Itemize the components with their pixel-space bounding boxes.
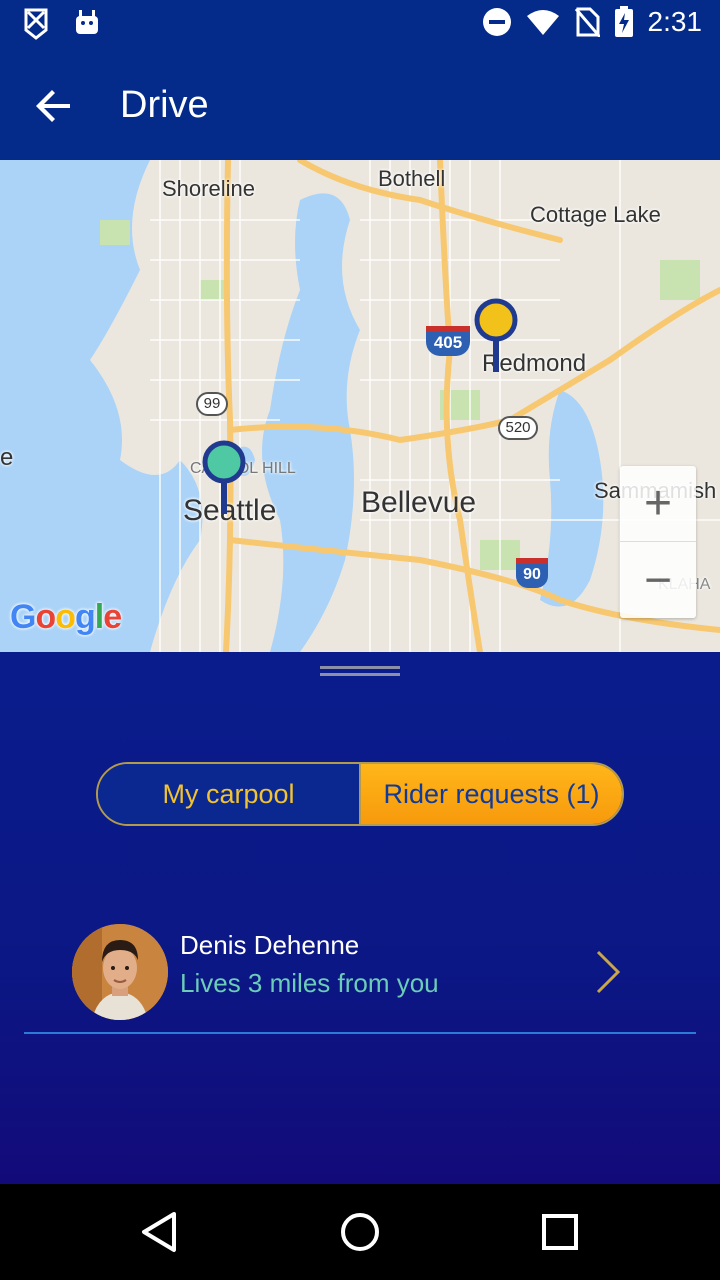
map-canvas — [0, 160, 720, 652]
notification-icon — [24, 8, 48, 40]
home-circle-icon[interactable] — [336, 1208, 384, 1256]
map-label-shoreline: Shoreline — [162, 176, 255, 201]
do-not-disturb-icon — [482, 8, 511, 36]
avatar — [72, 924, 168, 1020]
battery-charging-icon — [614, 6, 633, 37]
back-button[interactable] — [30, 82, 78, 130]
map-view[interactable]: Shoreline Bothell Cottage Lake Redmond C… — [0, 160, 720, 652]
drag-handle[interactable] — [320, 666, 400, 678]
app-bar: Drive — [0, 48, 720, 160]
map-label-cottage-lake: Cottage Lake — [530, 202, 661, 227]
rider-request-row[interactable]: Denis Dehenne Lives 3 miles from you — [24, 920, 696, 1034]
destination-pin-icon[interactable] — [474, 298, 518, 374]
zoom-controls: + − — [620, 466, 696, 618]
page-title: Drive — [120, 84, 209, 126]
shield-99-label: 99 — [203, 395, 221, 412]
bottom-sheet: My carpool Rider requests (1) Denis Dehe… — [0, 652, 720, 1184]
map-label-bothell: Bothell — [378, 166, 446, 191]
wifi-icon — [526, 10, 559, 35]
google-logo: Google — [10, 598, 122, 636]
chevron-right-icon — [596, 950, 621, 994]
origin-pin-icon[interactable] — [202, 440, 246, 516]
map-label-bellevue: Bellevue — [361, 486, 477, 519]
status-time: 2:31 — [647, 6, 703, 37]
android-icon — [76, 10, 98, 34]
zoom-in-button[interactable]: + — [620, 466, 696, 542]
shield-405-label: 405 — [433, 333, 463, 352]
no-sim-icon — [574, 7, 600, 37]
tab-my-carpool[interactable]: My carpool — [98, 764, 361, 824]
shield-90-label: 90 — [523, 566, 541, 583]
map-label-partial: e — [0, 444, 14, 471]
system-nav-bar — [0, 1184, 720, 1280]
state-shield-520: 520 — [498, 416, 538, 440]
interstate-shield-90: 90 — [516, 558, 548, 588]
rider-name: Denis Dehenne — [180, 930, 360, 960]
zoom-out-button[interactable]: − — [620, 542, 696, 618]
tab-switcher: My carpool Rider requests (1) — [96, 762, 624, 826]
arrow-back-icon — [36, 90, 70, 122]
recents-square-icon[interactable] — [536, 1208, 584, 1256]
interstate-shield-405: 405 — [426, 326, 470, 356]
avatar-image — [72, 924, 168, 1020]
status-bar: 2:31 — [0, 0, 720, 48]
tab-rider-requests[interactable]: Rider requests (1) — [361, 764, 622, 824]
rider-distance: Lives 3 miles from you — [180, 968, 439, 998]
back-triangle-icon[interactable] — [136, 1208, 184, 1256]
state-shield-99: 99 — [196, 392, 228, 416]
shield-520-label: 520 — [505, 419, 531, 436]
